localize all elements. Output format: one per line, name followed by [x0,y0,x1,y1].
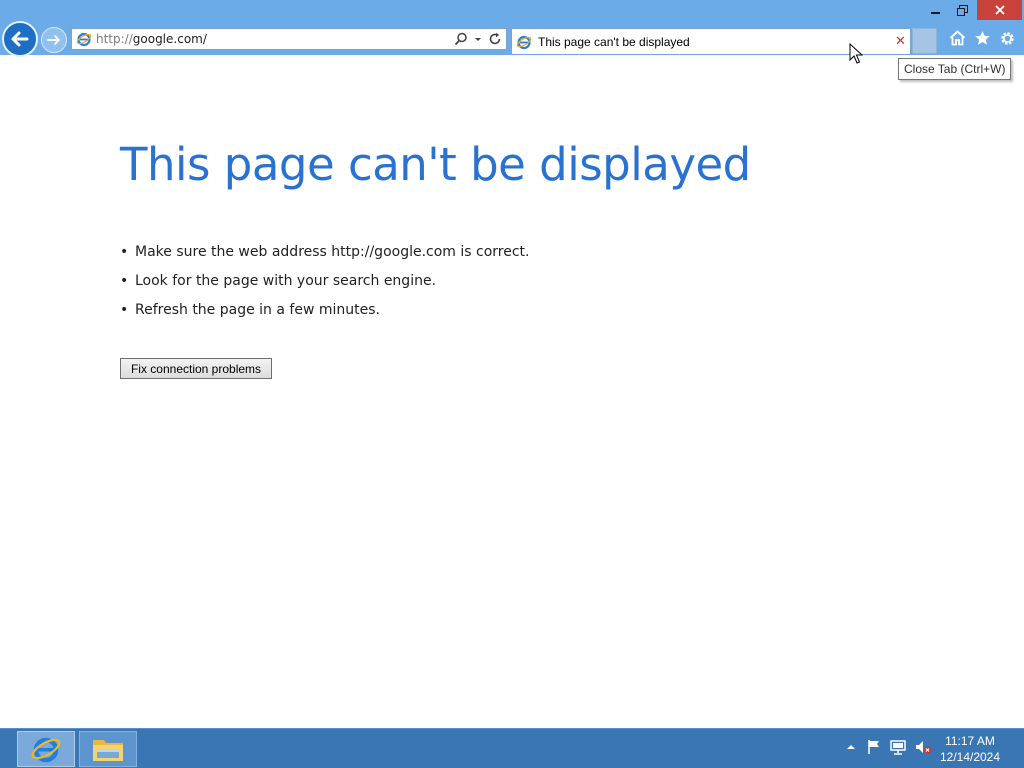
ie-icon [76,32,92,47]
bullet: • [120,244,129,260]
url-host: google.com/ [132,32,207,46]
taskbar-clock[interactable]: 11:17 AM 12/14/2024 [938,733,1002,765]
dropdown-arrow-icon[interactable] [474,32,482,46]
fix-connection-problems-button[interactable]: Fix connection problems [120,358,272,379]
refresh-icon[interactable] [488,32,502,46]
system-tray [846,739,932,755]
suggestion-text: Refresh the page in a few minutes. [135,302,380,318]
gear-icon [1000,31,1014,45]
ie-icon [516,35,532,49]
minimize-icon [931,12,940,14]
back-button[interactable] [2,21,38,57]
list-item: • Refresh the page in a few minutes. [120,296,530,325]
suggestion-text: Make sure the web address http://google.… [135,244,530,260]
mouse-cursor-icon [849,43,863,64]
forward-arrow-icon [47,35,60,45]
tab-title: This page can't be displayed [538,34,690,49]
bullet: • [120,273,129,289]
bullet: • [120,302,129,318]
restore-button[interactable] [946,0,978,20]
tools-button[interactable] [998,29,1016,47]
address-url[interactable]: http://google.com/ [96,32,207,46]
error-suggestions-list: • Make sure the web address http://google… [120,238,530,325]
volume-muted-icon[interactable] [914,739,932,755]
close-tab-icon[interactable]: ✕ [895,34,906,49]
show-hidden-icons-icon[interactable] [846,742,856,752]
list-item: • Look for the page with your search engi… [120,267,530,296]
toolbar-right [948,29,1016,49]
favorites-button[interactable] [973,29,991,47]
taskbar-internet-explorer-button[interactable] [17,731,75,767]
search-icon[interactable] [454,32,468,46]
home-button[interactable] [948,29,966,47]
home-icon [949,30,965,46]
address-bar[interactable]: http://google.com/ [71,28,507,50]
taskbar: 11:17 AM 12/14/2024 [0,728,1024,768]
close-window-button[interactable] [977,0,1022,20]
ie-icon [31,737,61,763]
action-center-flag-icon[interactable] [866,739,882,755]
forward-button[interactable] [41,27,67,53]
back-arrow-icon [11,31,29,47]
tooltip-close-tab: Close Tab (Ctrl+W) [898,58,1012,80]
network-icon[interactable] [890,739,906,755]
clock-time: 11:17 AM [945,734,995,748]
taskbar-file-explorer-button[interactable] [79,731,137,767]
new-tab-button[interactable] [912,28,937,54]
error-heading: This page can't be displayed [120,138,751,191]
browser-title-bar: http://google.com/ This page can't be di… [0,0,1024,57]
favorites-star-icon [974,31,990,45]
suggestion-text: Look for the page with your search engin… [135,273,437,289]
close-icon [994,5,1005,15]
address-bar-tools [454,31,502,47]
restore-icon [956,4,968,16]
clock-date: 12/14/2024 [939,750,1001,764]
url-protocol: http:// [96,32,133,46]
file-explorer-icon [93,740,123,761]
list-item: • Make sure the web address http://google… [120,238,530,267]
